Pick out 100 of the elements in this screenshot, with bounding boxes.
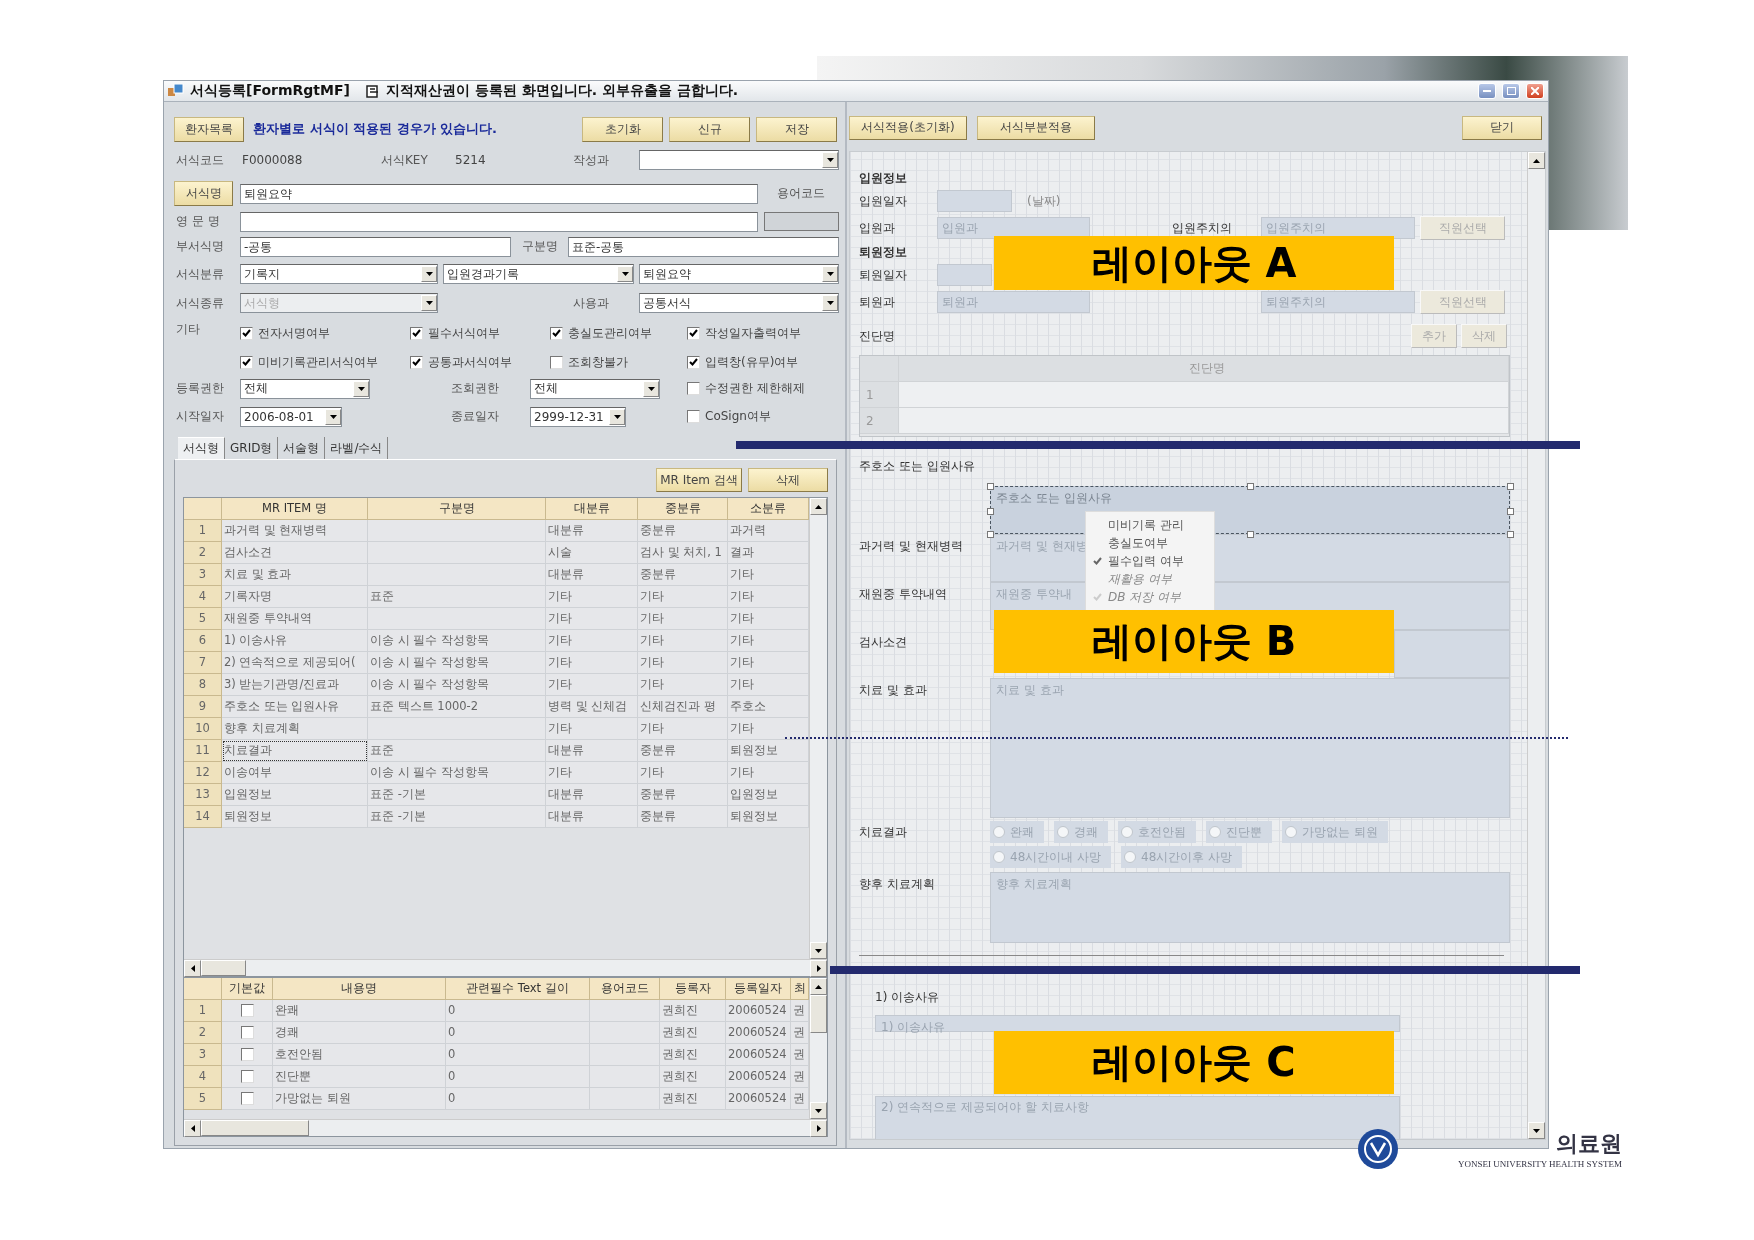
table-cell: 기타 xyxy=(728,564,809,586)
table-cell: 치료 및 효과 xyxy=(222,564,368,586)
row-number: 3 xyxy=(184,564,222,586)
row-number: 5 xyxy=(184,1088,222,1110)
table-cell: 권 xyxy=(791,1022,809,1044)
row-number: 14 xyxy=(184,806,222,828)
table-cell: 기타 xyxy=(638,630,728,652)
checkbox-label: 충실도관리여부 xyxy=(568,324,652,342)
table-cell: 기타 xyxy=(728,630,809,652)
table-cell: 주호소 xyxy=(728,696,809,718)
column-header: 중분류 xyxy=(638,498,728,520)
layout-label: 레이아웃 A xyxy=(994,236,1394,290)
table-cell: 권 xyxy=(791,1044,809,1066)
table-cell: 20060524 xyxy=(726,1022,791,1044)
section-heading: 입원정보 xyxy=(859,169,908,187)
row-number: 5 xyxy=(184,608,222,630)
field-label: 작성과 xyxy=(572,151,610,169)
table-cell: 권 xyxy=(791,1000,809,1022)
table-cell: 기타 xyxy=(728,608,809,630)
row-number: 1 xyxy=(184,1000,222,1022)
table-cell: 중분류 xyxy=(638,740,728,762)
row-number: 9 xyxy=(184,696,222,718)
table-cell: 0 xyxy=(446,1044,590,1066)
table-cell: 표준 -기본 xyxy=(368,784,546,806)
table-cell: 대분류 xyxy=(546,740,638,762)
row-number: 2 xyxy=(184,542,222,564)
table-cell: 기타 xyxy=(638,586,728,608)
table-cell: 퇴원정보 xyxy=(222,806,368,828)
column-header: 최 xyxy=(791,978,809,1000)
layout-label: 레이아웃 C xyxy=(994,1031,1394,1094)
table-cell: 표준 xyxy=(368,740,546,762)
checkbox-label: 작성일자출력여부 xyxy=(705,324,801,342)
field-label: 시작일자 xyxy=(175,408,225,425)
table-cell: 기타 xyxy=(728,674,809,696)
table-cell: 기타 xyxy=(546,762,638,784)
field-label: 종료일자 xyxy=(450,408,500,425)
table-cell: 중분류 xyxy=(638,784,728,806)
table-cell: 기타 xyxy=(728,718,809,740)
table-cell: 대분류 xyxy=(546,806,638,828)
row-number: 4 xyxy=(184,586,222,608)
table-cell: 기타 xyxy=(546,586,638,608)
checkbox-label: 공통과서식여부 xyxy=(428,353,512,371)
table-cell: 0 xyxy=(446,1088,590,1110)
field-label: 서식코드 xyxy=(175,151,225,169)
field-label: 향후 치료계획 xyxy=(859,876,936,893)
column-header: 구분명 xyxy=(368,498,546,520)
table-cell: 권희진 xyxy=(660,1066,726,1088)
layout-label: 레이아웃 B xyxy=(994,610,1394,673)
table-cell: 치료결과 xyxy=(222,740,368,762)
table-cell: 과거력 및 현재병력 xyxy=(222,520,368,542)
checkbox-label: 입력창(유무)여부 xyxy=(705,353,799,371)
table-cell: 호전안됨 xyxy=(273,1044,446,1066)
table-cell: 기타 xyxy=(728,762,809,784)
field-label: 부서식명 xyxy=(175,238,225,255)
table-cell: 기타 xyxy=(546,718,638,740)
table-cell: 20060524 xyxy=(726,1044,791,1066)
table-cell: 진단뿐 xyxy=(273,1066,446,1088)
table-cell: 향후 치료계획 xyxy=(222,718,368,740)
table-cell: 0 xyxy=(446,1000,590,1022)
field-label: 서식분류 xyxy=(175,265,225,283)
table-cell: 이송 시 필수 작성항목 xyxy=(368,630,546,652)
table-cell: 권희진 xyxy=(660,1000,726,1022)
window-title: 서식등록[FormRgtMF] xyxy=(190,82,350,100)
row-number: 4 xyxy=(184,1066,222,1088)
column-header: 관련필수 Text 길이 xyxy=(446,978,590,1000)
table-cell: 기타 xyxy=(728,586,809,608)
table-cell: 20060524 xyxy=(726,1000,791,1022)
column-header: 소분류 xyxy=(728,498,809,520)
table-cell: 기타 xyxy=(728,652,809,674)
table-cell: 권 xyxy=(791,1066,809,1088)
field-label: 퇴원과 xyxy=(859,293,896,311)
notice-message: 환자별로 서식이 적용된 경우가 있습니다. xyxy=(253,120,499,138)
window-notice: 지적재산권이 등록된 화면입니다. 외부유출을 금합니다. xyxy=(385,82,739,100)
table-cell: 주호소 또는 입원사유 xyxy=(222,696,368,718)
table-cell: 병력 및 신체검 xyxy=(546,696,638,718)
table-cell: 중분류 xyxy=(638,564,728,586)
column-header: 용어코드 xyxy=(590,978,660,1000)
field-label: 서식종류 xyxy=(175,294,225,312)
row-number: 13 xyxy=(184,784,222,806)
table-cell: 시술 xyxy=(546,542,638,564)
table-cell: 0 xyxy=(446,1066,590,1088)
field-label: 주호소 또는 입원사유 xyxy=(859,457,976,475)
table-cell: 재원중 투약내역 xyxy=(222,608,368,630)
table-cell: 20060524 xyxy=(726,1088,791,1110)
table-cell: 중분류 xyxy=(638,806,728,828)
column-header: 진단명 xyxy=(899,356,1509,382)
column-header: 등록자 xyxy=(660,978,726,1000)
table-cell: 1) 이송사유 xyxy=(222,630,368,652)
table-cell: 경쾌 xyxy=(273,1022,446,1044)
table-cell: 이송 시 필수 작성항목 xyxy=(368,674,546,696)
table-cell: 기타 xyxy=(546,674,638,696)
row-number: 12 xyxy=(184,762,222,784)
table-cell: 기타 xyxy=(546,608,638,630)
table-cell: 과거력 xyxy=(728,520,809,542)
checkbox-label: 필수서식여부 xyxy=(428,324,500,342)
table-cell: 이송 시 필수 작성항목 xyxy=(368,762,546,784)
field-label: 용어코드 xyxy=(776,185,826,202)
row-number: 2 xyxy=(860,408,899,434)
checkbox-label: CoSign여부 xyxy=(705,408,771,425)
field-label: 검사소견 xyxy=(859,634,908,651)
